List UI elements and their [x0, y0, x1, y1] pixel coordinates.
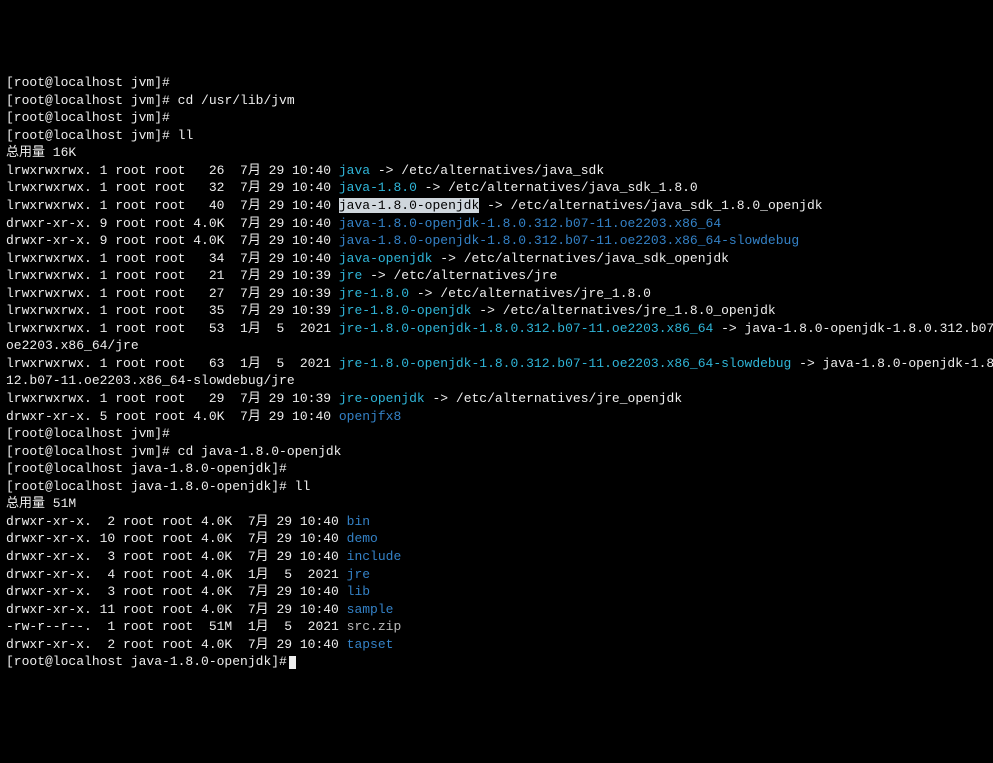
- ls-row: lrwxrwxrwx. 1 root root 32 7月 29 10:40 j…: [6, 179, 987, 197]
- file-name: lib: [347, 584, 370, 599]
- shell-prompt: [root@localhost jvm]#: [6, 75, 170, 90]
- command-text: ll: [295, 479, 311, 494]
- ls-row: lrwxrwxrwx. 1 root root 40 7月 29 10:40 j…: [6, 197, 987, 215]
- ls-row: drwxr-xr-x. 2 root root 4.0K 7月 29 10:40…: [6, 513, 987, 531]
- ls-row: drwxr-xr-x. 10 root root 4.0K 7月 29 10:4…: [6, 530, 987, 548]
- ls-row: lrwxrwxrwx. 1 root root 21 7月 29 10:39 j…: [6, 267, 987, 285]
- ls-row: drwxr-xr-x. 5 root root 4.0K 7月 29 10:40…: [6, 408, 987, 426]
- file-name: jre: [339, 268, 362, 283]
- ls-row: lrwxrwxrwx. 1 root root 53 1月 5 2021 jre…: [6, 320, 987, 338]
- file-name: openjfx8: [339, 409, 401, 424]
- ls-row: drwxr-xr-x. 9 root root 4.0K 7月 29 10:40…: [6, 215, 987, 233]
- file-name: java-1.8.0-openjdk-1.8.0.312.b07-11.oe22…: [339, 216, 721, 231]
- file-name: jre-1.8.0-openjdk-1.8.0.312.b07-11.oe220…: [339, 356, 791, 371]
- shell-prompt: [root@localhost jvm]#: [6, 444, 170, 459]
- file-name: java-1.8.0: [339, 180, 417, 195]
- ls-row: lrwxrwxrwx. 1 root root 34 7月 29 10:40 j…: [6, 250, 987, 268]
- file-name: java: [339, 163, 370, 178]
- file-name: jre-1.8.0-openjdk: [339, 303, 472, 318]
- output-text: oe2203.x86_64/jre: [6, 337, 987, 355]
- command-text: cd java-1.8.0-openjdk: [178, 444, 342, 459]
- file-name: sample: [347, 602, 394, 617]
- file-name: tapset: [347, 637, 394, 652]
- file-name: demo: [347, 531, 378, 546]
- ls-row: drwxr-xr-x. 4 root root 4.0K 1月 5 2021 j…: [6, 566, 987, 584]
- file-name: java-1.8.0-openjdk-1.8.0.312.b07-11.oe22…: [339, 233, 799, 248]
- ls-row: drwxr-xr-x. 3 root root 4.0K 7月 29 10:40…: [6, 583, 987, 601]
- ls-row: drwxr-xr-x. 3 root root 4.0K 7月 29 10:40…: [6, 548, 987, 566]
- ls-row: lrwxrwxrwx. 1 root root 27 7月 29 10:39 j…: [6, 285, 987, 303]
- cursor: [289, 656, 296, 669]
- ls-row: drwxr-xr-x. 11 root root 4.0K 7月 29 10:4…: [6, 601, 987, 619]
- command-text: ll: [178, 128, 194, 143]
- output-text: 总用量 16K: [6, 144, 987, 162]
- command-text: cd /usr/lib/jvm: [178, 93, 295, 108]
- file-name: jre-openjdk: [339, 391, 425, 406]
- file-name: include: [347, 549, 402, 564]
- file-name: bin: [347, 514, 370, 529]
- terminal-output[interactable]: [root@localhost jvm]# [root@localhost jv…: [6, 74, 987, 671]
- file-name: java-1.8.0-openjdk: [339, 198, 479, 213]
- shell-prompt: [root@localhost jvm]#: [6, 128, 170, 143]
- ls-row: drwxr-xr-x. 2 root root 4.0K 7月 29 10:40…: [6, 636, 987, 654]
- ls-row: drwxr-xr-x. 9 root root 4.0K 7月 29 10:40…: [6, 232, 987, 250]
- shell-prompt: [root@localhost java-1.8.0-openjdk]#: [6, 654, 287, 669]
- ls-row: lrwxrwxrwx. 1 root root 35 7月 29 10:39 j…: [6, 302, 987, 320]
- file-name: jre-1.8.0-openjdk-1.8.0.312.b07-11.oe220…: [339, 321, 713, 336]
- output-text: 总用量 51M: [6, 495, 987, 513]
- ls-row: lrwxrwxrwx. 1 root root 63 1月 5 2021 jre…: [6, 355, 987, 373]
- file-name: jre: [347, 567, 370, 582]
- ls-row: lrwxrwxrwx. 1 root root 29 7月 29 10:39 j…: [6, 390, 987, 408]
- file-name: java-openjdk: [339, 251, 433, 266]
- shell-prompt: [root@localhost jvm]#: [6, 93, 170, 108]
- output-text: 12.b07-11.oe2203.x86_64-slowdebug/jre: [6, 372, 987, 390]
- file-name: jre-1.8.0: [339, 286, 409, 301]
- file-name: src.zip: [347, 619, 402, 634]
- shell-prompt: [root@localhost java-1.8.0-openjdk]#: [6, 479, 287, 494]
- shell-prompt: [root@localhost java-1.8.0-openjdk]#: [6, 461, 287, 476]
- shell-prompt: [root@localhost jvm]#: [6, 426, 170, 441]
- shell-prompt: [root@localhost jvm]#: [6, 110, 170, 125]
- ls-row: lrwxrwxrwx. 1 root root 26 7月 29 10:40 j…: [6, 162, 987, 180]
- ls-row: -rw-r--r--. 1 root root 51M 1月 5 2021 sr…: [6, 618, 987, 636]
